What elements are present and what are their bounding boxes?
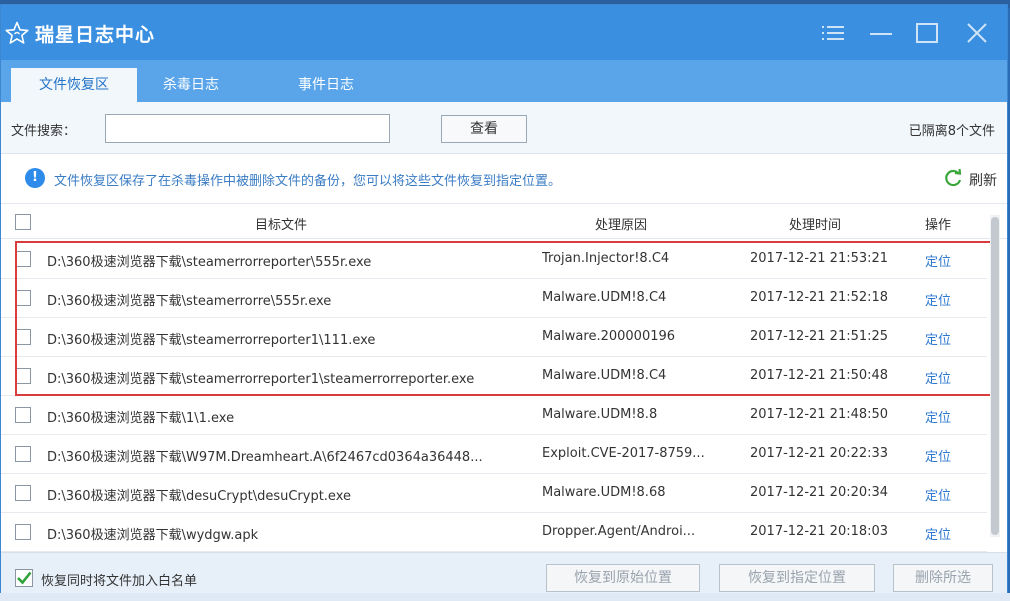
processed-time: 2017-12-21 21:51:25 <box>750 329 889 344</box>
file-path: D:\360极速浏览器下载\steamerrorreporter1\steame… <box>47 372 475 387</box>
row-checkbox[interactable] <box>15 446 31 462</box>
detection-reason: Exploit.CVE-2017-8759... <box>542 446 705 461</box>
table-row[interactable]: D:\360极速浏览器下载\wydgw.apk Dropper.Agent/An… <box>1 513 987 552</box>
processed-time: 2017-12-21 21:50:48 <box>750 368 889 383</box>
locate-link[interactable]: 定位 <box>925 368 951 387</box>
tab-antivirus-log[interactable]: 杀毒日志 <box>151 68 231 102</box>
desktop-background-bottom <box>0 593 1010 601</box>
table-row[interactable]: D:\360极速浏览器下载\desuCrypt\desuCrypt.exe Ma… <box>1 474 987 513</box>
delete-selected-button[interactable]: 删除所选 <box>893 564 993 592</box>
file-path: D:\360极速浏览器下载\1\1.exe <box>47 411 235 426</box>
tab-bar: 文件恢复区 杀毒日志 事件日志 <box>1 60 1007 102</box>
detection-reason: Dropper.Agent/Androi... <box>542 524 696 539</box>
row-checkbox[interactable] <box>15 485 31 501</box>
select-all-checkbox[interactable] <box>15 214 31 230</box>
locate-link[interactable]: 定位 <box>925 524 951 543</box>
checkmark-icon[interactable] <box>15 569 33 587</box>
processed-time: 2017-12-21 21:48:50 <box>750 407 889 422</box>
row-checkbox[interactable] <box>15 407 31 423</box>
processed-time: 2017-12-21 21:53:21 <box>750 251 889 266</box>
vertical-scrollbar[interactable] <box>990 215 1000 537</box>
table-header: 目标文件 处理原因 处理时间 操作 <box>1 203 1007 239</box>
restore-specified-button[interactable]: 恢复到指定位置 <box>719 564 875 592</box>
detection-reason: Malware.UDM!8.C4 <box>542 368 667 383</box>
column-header-reason[interactable]: 处理原因 <box>595 214 647 233</box>
processed-time: 2017-12-21 20:22:33 <box>750 446 889 461</box>
restore-original-button[interactable]: 恢复到原始位置 <box>546 564 700 592</box>
locate-link[interactable]: 定位 <box>925 290 951 309</box>
maximize-icon[interactable] <box>913 19 941 47</box>
table-row[interactable]: D:\360极速浏览器下载\W97M.Dreamheart.A\6f2467cd… <box>1 435 987 474</box>
locate-link[interactable]: 定位 <box>925 407 951 426</box>
processed-time: 2017-12-21 20:20:34 <box>750 485 889 500</box>
refresh-icon[interactable] <box>943 168 963 188</box>
tab-file-recovery[interactable]: 文件恢复区 <box>11 68 137 102</box>
search-toolbar: 文件搜索： 查看 已隔离8个文件 <box>1 102 1007 154</box>
file-path: D:\360极速浏览器下载\desuCrypt\desuCrypt.exe <box>47 489 351 504</box>
detection-reason: Malware.UDM!8.8 <box>542 407 658 422</box>
search-input[interactable] <box>105 114 390 143</box>
window-title: 瑞星日志中心 <box>35 24 156 46</box>
quarantine-table: D:\360极速浏览器下载\steamerrorreporter\555r.ex… <box>1 240 987 552</box>
info-bar: ! 文件恢复区保存了在杀毒操作中被删除文件的备份，您可以将这些文件恢复到指定位置… <box>1 155 1007 203</box>
isolated-count: 已隔离8个文件 <box>908 124 995 139</box>
locate-link[interactable]: 定位 <box>925 251 951 270</box>
file-path: D:\360极速浏览器下载\W97M.Dreamheart.A\6f2467cd… <box>47 450 483 465</box>
view-button[interactable]: 查看 <box>441 115 527 143</box>
processed-time: 2017-12-21 20:18:03 <box>750 524 889 539</box>
footer-bar: 恢复同时将文件加入白名单 恢复到原始位置 恢复到指定位置 删除所选 <box>1 552 1007 598</box>
table-row[interactable]: D:\360极速浏览器下载\steamerrorreporter\555r.ex… <box>1 240 987 279</box>
row-checkbox[interactable] <box>15 251 31 267</box>
title-bar[interactable]: 瑞星日志中心 <box>1 5 1007 60</box>
scrollbar-thumb[interactable] <box>991 217 999 535</box>
locate-link[interactable]: 定位 <box>925 446 951 465</box>
column-header-operation: 操作 <box>925 218 952 233</box>
row-checkbox[interactable] <box>15 290 31 306</box>
menu-icon[interactable] <box>819 19 847 47</box>
close-icon[interactable] <box>963 19 991 47</box>
file-path: D:\360极速浏览器下载\steamerrorreporter\555r.ex… <box>47 255 372 270</box>
file-path: D:\360极速浏览器下载\steamerrorreporter1\111.ex… <box>47 333 376 348</box>
row-checkbox[interactable] <box>15 524 31 540</box>
refresh-button[interactable]: 刷新 <box>969 170 997 190</box>
search-label: 文件搜索： <box>11 124 77 139</box>
info-text: 文件恢复区保存了在杀毒操作中被删除文件的备份，您可以将这些文件恢复到指定位置。 <box>54 174 562 189</box>
table-row[interactable]: D:\360极速浏览器下载\steamerrorreporter1\111.ex… <box>1 318 987 357</box>
detection-reason: Malware.UDM!8.68 <box>542 485 666 500</box>
locate-link[interactable]: 定位 <box>925 485 951 504</box>
table-row[interactable]: D:\360极速浏览器下载\steamerrorre\555r.exe Malw… <box>1 279 987 318</box>
row-checkbox[interactable] <box>15 368 31 384</box>
detection-reason: Trojan.Injector!8.C4 <box>542 251 670 266</box>
detection-reason: Malware.200000196 <box>542 329 676 344</box>
whitelist-checkbox-label[interactable]: 恢复同时将文件加入白名单 <box>41 570 197 589</box>
file-path: D:\360极速浏览器下载\wydgw.apk <box>47 528 259 543</box>
rising-star-logo-icon <box>5 21 29 44</box>
minimize-icon[interactable] <box>867 19 895 47</box>
log-center-window: 瑞星日志中心 文件恢复区 杀毒日志 事件日志 文件搜索： 查看 已隔离8个文件 … <box>0 4 1008 599</box>
table-row[interactable]: D:\360极速浏览器下载\1\1.exe Malware.UDM!8.8 20… <box>1 396 987 435</box>
file-path: D:\360极速浏览器下载\steamerrorre\555r.exe <box>47 294 332 309</box>
detection-reason: Malware.UDM!8.C4 <box>542 290 667 305</box>
tab-event-log[interactable]: 事件日志 <box>281 68 371 102</box>
column-header-file[interactable]: 目标文件 <box>255 214 307 233</box>
processed-time: 2017-12-21 21:52:18 <box>750 290 889 305</box>
locate-link[interactable]: 定位 <box>925 329 951 348</box>
table-row[interactable]: D:\360极速浏览器下载\steamerrorreporter1\steame… <box>1 357 987 396</box>
column-header-time[interactable]: 处理时间 <box>789 214 841 233</box>
info-icon: ! <box>25 168 45 188</box>
row-checkbox[interactable] <box>15 329 31 345</box>
